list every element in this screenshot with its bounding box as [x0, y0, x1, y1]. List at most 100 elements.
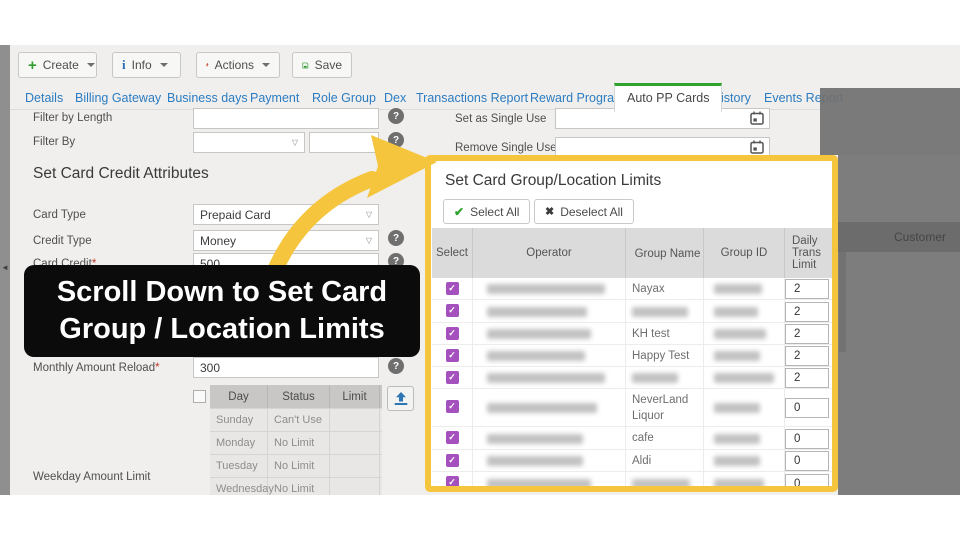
info-button[interactable]: i Info: [112, 52, 181, 78]
daily-trans-limit-input[interactable]: [785, 451, 829, 471]
chevron-down-icon: [160, 63, 168, 67]
upload-button[interactable]: [387, 386, 414, 411]
section-heading: Set Card Credit Attributes: [33, 165, 209, 183]
help-icon[interactable]: ?: [388, 358, 404, 374]
weekday-row: WednesdayNo Limit: [210, 477, 382, 495]
tab-billing-gateway[interactable]: Billing Gateway: [75, 91, 161, 105]
row-select-checkbox[interactable]: ✓: [446, 476, 459, 486]
tab-role-group[interactable]: Role Group: [312, 91, 376, 105]
select-cell: ✓: [432, 345, 473, 366]
filter-by-length-label: Filter by Length: [33, 112, 112, 124]
group-id-cell: [704, 323, 785, 344]
row-select-checkbox[interactable]: ✓: [446, 327, 459, 340]
sidebar-collapse-strip[interactable]: ◄: [0, 45, 10, 495]
callout-line-1: Scroll Down to Set Card: [57, 274, 387, 311]
group-limits-col-header: Daily Trans Limit: [785, 228, 833, 278]
operator-cell: [473, 472, 626, 486]
tab-dex[interactable]: Dex: [384, 91, 406, 105]
weekday-limit-cell: [330, 478, 380, 495]
scrollbar[interactable]: [839, 252, 846, 352]
redacted-operator-text: [487, 373, 605, 383]
filter-by-select[interactable]: ▽: [193, 132, 305, 153]
operator-cell: [473, 450, 626, 471]
deselect-all-label: Deselect All: [560, 205, 623, 219]
weekday-row: MondayNo Limit: [210, 431, 382, 454]
group-name-cell: [626, 300, 704, 322]
daily-trans-limit-input[interactable]: [785, 474, 829, 486]
create-button[interactable]: + Create: [18, 52, 97, 78]
group-limits-row: ✓ NeverLand Liquor: [432, 389, 833, 427]
redacted-group-id-text: [714, 434, 760, 444]
tab-reward-program[interactable]: Reward Program: [530, 91, 624, 105]
row-select-checkbox[interactable]: ✓: [446, 282, 459, 295]
row-select-checkbox[interactable]: ✓: [446, 304, 459, 317]
redacted-operator-text: [487, 307, 587, 317]
daily-trans-limit-input[interactable]: [785, 398, 829, 418]
help-icon[interactable]: ?: [388, 132, 404, 148]
daily-trans-limit-input[interactable]: [785, 346, 829, 366]
redacted-group-name-text: [632, 307, 688, 317]
row-select-checkbox[interactable]: ✓: [446, 454, 459, 467]
weekday-table-checkbox[interactable]: [193, 390, 206, 403]
create-button-label: Create: [43, 58, 79, 72]
row-select-checkbox[interactable]: ✓: [446, 400, 459, 413]
group-name-cell: KH test: [626, 323, 704, 344]
weekday-status-cell: No Limit: [268, 432, 330, 454]
monthly-reload-label: Monthly Amount Reload*: [33, 362, 160, 374]
group-limits-row: ✓: [432, 367, 833, 389]
group-limits-col-header: Group Name: [626, 228, 704, 278]
card-type-select[interactable]: Prepaid Card ▽: [193, 204, 379, 225]
daily-trans-limit-input[interactable]: [785, 302, 829, 322]
daily-trans-limit-input[interactable]: [785, 368, 829, 388]
x-icon: ✖: [545, 205, 554, 218]
redacted-operator-text: [487, 403, 597, 413]
daily-trans-limit-input[interactable]: [785, 429, 829, 449]
select-all-button[interactable]: ✔ Select All: [443, 199, 530, 224]
redacted-group-id-text: [714, 403, 760, 413]
select-cell: ✓: [432, 450, 473, 471]
redacted-group-id-text: [714, 479, 764, 486]
deselect-all-button[interactable]: ✖ Deselect All: [534, 199, 634, 224]
weekday-limit-label: Weekday Amount Limit: [33, 471, 150, 483]
chevron-down-icon: ▽: [292, 138, 298, 147]
tutorial-callout: Scroll Down to Set Card Group / Location…: [24, 265, 420, 357]
callout-line-2: Group / Location Limits: [59, 311, 384, 348]
weekday-status-cell: Can't Use: [268, 409, 330, 431]
help-icon[interactable]: ?: [388, 230, 404, 246]
tab-details[interactable]: Details: [25, 91, 63, 105]
tab-transactions-report[interactable]: Transactions Report: [416, 91, 528, 105]
daily-trans-limit-input[interactable]: [785, 279, 829, 299]
group-name-cell: cafe: [626, 427, 704, 449]
filter-by-input[interactable]: [309, 132, 379, 153]
help-icon[interactable]: ?: [388, 108, 404, 124]
calendar-icon[interactable]: [750, 111, 764, 130]
redacted-group-id-text: [714, 284, 762, 294]
daily-limit-cell: [785, 450, 833, 471]
operator-cell: [473, 367, 626, 388]
daily-trans-limit-input[interactable]: [785, 324, 829, 344]
save-icon: [302, 59, 309, 72]
tab-auto-pp-cards[interactable]: Auto PP Cards: [614, 83, 722, 112]
group-name-cell: NeverLand Liquor: [626, 389, 704, 426]
monthly-reload-input[interactable]: [193, 357, 379, 378]
chevron-down-icon: ▽: [366, 236, 372, 245]
weekday-col-header: Status: [268, 385, 330, 408]
daily-limit-cell: [785, 345, 833, 366]
group-limits-row: ✓ KH test: [432, 323, 833, 345]
upload-icon: [393, 391, 409, 406]
row-select-checkbox[interactable]: ✓: [446, 349, 459, 362]
check-icon: ✔: [454, 205, 464, 219]
group-name-cell: [626, 367, 704, 388]
select-cell: ✓: [432, 367, 473, 388]
row-select-checkbox[interactable]: ✓: [446, 371, 459, 384]
redacted-group-id-text: [714, 351, 760, 361]
weekday-col-header: Limit: [330, 385, 380, 408]
actions-button[interactable]: Actions: [196, 52, 280, 78]
tab-payment[interactable]: Payment: [250, 91, 299, 105]
row-select-checkbox[interactable]: ✓: [446, 431, 459, 444]
save-button[interactable]: Save: [292, 52, 352, 78]
card-group-location-limits-panel: Set Card Group/Location Limits ✔ Select …: [425, 155, 838, 492]
filter-by-length-input[interactable]: [193, 108, 379, 129]
credit-type-select[interactable]: Money ▽: [193, 230, 379, 251]
tab-business-days[interactable]: Business days: [167, 91, 248, 105]
